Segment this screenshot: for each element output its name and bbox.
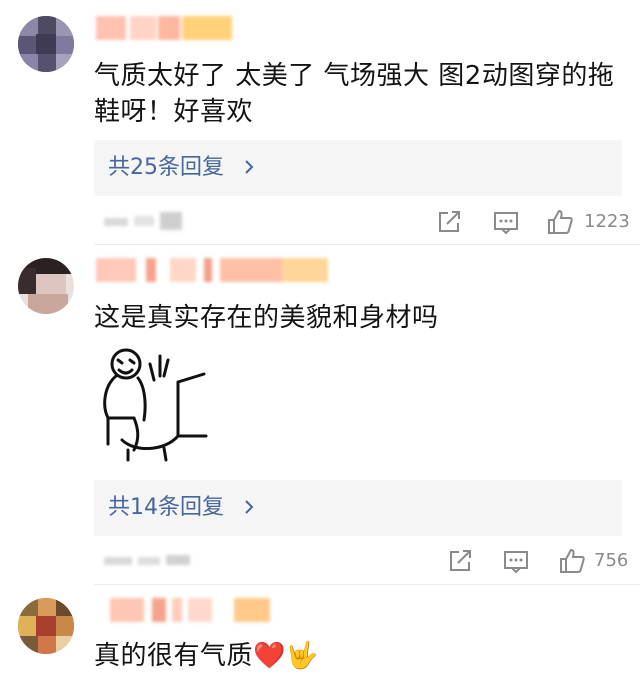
- username-blurred[interactable]: [96, 598, 276, 622]
- reply-summary[interactable]: 共25条回复: [94, 140, 622, 196]
- divider: [94, 584, 640, 585]
- avatar[interactable]: [18, 258, 74, 314]
- comment-icon[interactable]: [502, 547, 530, 575]
- comment-text: 这是真实存在的美貌和身材吗: [94, 303, 439, 333]
- comment-meta-bar: 1223: [0, 202, 640, 242]
- reply-summary[interactable]: 共14条回复: [94, 480, 622, 536]
- comment-meta-bar: 756: [0, 541, 640, 581]
- share-icon[interactable]: [435, 208, 463, 236]
- like-icon[interactable]: [558, 547, 586, 575]
- like-count: 1223: [584, 211, 630, 232]
- timestamp-blurred: [104, 212, 184, 230]
- share-icon[interactable]: [446, 547, 474, 575]
- timestamp-blurred: [104, 551, 194, 569]
- divider: [94, 244, 640, 245]
- like-count: 756: [594, 550, 629, 571]
- comment-icon[interactable]: [492, 208, 520, 236]
- chevron-right-icon: [245, 160, 254, 174]
- avatar[interactable]: [18, 16, 74, 72]
- chevron-right-icon: [245, 500, 254, 514]
- like-icon[interactable]: [546, 208, 574, 236]
- comment-text: 真的很有气质❤️🤟: [94, 641, 319, 671]
- avatar[interactable]: [18, 598, 74, 654]
- reply-count-link[interactable]: 共25条回复: [108, 153, 224, 183]
- username-blurred[interactable]: [96, 16, 236, 40]
- comment-text: 气质太好了 太美了 气场强大 图2动图穿的拖鞋呀！好喜欢: [94, 61, 615, 127]
- username-blurred[interactable]: [96, 258, 330, 282]
- sticker-image[interactable]: [94, 344, 212, 462]
- reply-count-link[interactable]: 共14条回复: [108, 493, 224, 523]
